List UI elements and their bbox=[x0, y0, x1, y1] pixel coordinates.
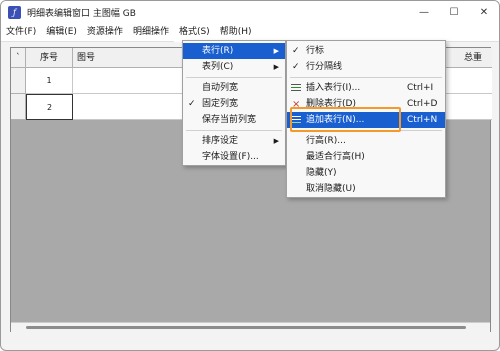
checkmark-icon: ✓ bbox=[292, 46, 300, 56]
scrollbar-thumb[interactable] bbox=[26, 326, 466, 329]
minimize-button[interactable]: — bbox=[409, 1, 439, 23]
menu-item-label: 字体设置(F)... bbox=[202, 152, 259, 162]
menu-item-label: 取消隐藏(U) bbox=[306, 184, 356, 194]
menu-item-shortcut: Ctrl+N bbox=[407, 115, 438, 125]
menu-item-label: 表列(C) bbox=[202, 62, 234, 72]
checkmark-icon: ✓ bbox=[188, 99, 196, 109]
insert-row-icon bbox=[291, 84, 301, 92]
maximize-button[interactable]: ☐ bbox=[439, 1, 469, 23]
menu-resource[interactable]: 资源操作 bbox=[82, 23, 128, 42]
menu-item-table-column[interactable]: 表列(C) ▶ bbox=[183, 59, 285, 75]
menu-item-sort-settings[interactable]: 排序设定 ▶ bbox=[183, 133, 285, 149]
table-row-index[interactable]: 1 bbox=[26, 68, 73, 94]
menu-item-label: 表行(R) bbox=[202, 46, 234, 56]
menu-item-label: 固定列宽 bbox=[202, 99, 239, 109]
menu-item-auto-width[interactable]: 自动列宽 bbox=[183, 80, 285, 96]
menu-item-label: 排序设定 bbox=[202, 136, 239, 146]
menu-item-shortcut: Ctrl+I bbox=[407, 83, 434, 93]
menu-item-best-fit-height[interactable]: 最适合行高(H) bbox=[287, 149, 445, 165]
menu-item-row-height[interactable]: 行高(R)... bbox=[287, 133, 445, 149]
submenu-arrow-icon: ▶ bbox=[273, 63, 279, 71]
format-menu: 表行(R) ▶ 表列(C) ▶ 自动列宽 ✓ 固定列宽 保存当前列宽 排序设定 … bbox=[182, 40, 286, 166]
horizontal-scrollbar[interactable] bbox=[11, 322, 490, 332]
row-header[interactable] bbox=[11, 94, 26, 120]
menu-item-save-width[interactable]: 保存当前列宽 bbox=[183, 112, 285, 128]
menu-divider bbox=[186, 130, 282, 131]
menu-item-table-row[interactable]: 表行(R) ▶ bbox=[183, 43, 285, 59]
menu-item-label: 最适合行高(H) bbox=[306, 152, 365, 162]
menu-edit[interactable]: 编辑(E) bbox=[41, 23, 82, 42]
app-window: ƒ 明细表编辑窗口 主图幅 GB — ☐ ✕ 文件(F) 编辑(E) 资源操作 … bbox=[0, 0, 500, 351]
title-bar: ƒ 明细表编辑窗口 主图幅 GB — ☐ ✕ bbox=[1, 1, 499, 23]
menu-format[interactable]: 格式(S) bbox=[173, 22, 215, 42]
annotation-highlight-box bbox=[290, 107, 401, 132]
menu-detail[interactable]: 明细操作 bbox=[128, 23, 174, 42]
checkmark-icon: ✓ bbox=[292, 62, 300, 72]
menu-item-hide[interactable]: 隐藏(Y) bbox=[287, 165, 445, 181]
menu-divider bbox=[186, 77, 282, 78]
table-corner[interactable]: ` bbox=[11, 48, 26, 68]
table-row-index[interactable]: 2 bbox=[26, 94, 73, 120]
menu-item-insert-row[interactable]: 插入表行(I)... Ctrl+I bbox=[287, 80, 445, 96]
menu-item-label: 自动列宽 bbox=[202, 83, 239, 93]
menu-item-label: 行标 bbox=[306, 46, 325, 56]
menu-item-shortcut: Ctrl+D bbox=[407, 99, 438, 109]
submenu-arrow-icon: ▶ bbox=[273, 137, 279, 145]
menu-item-label: 行分隔线 bbox=[306, 62, 343, 72]
menu-item-row-marker[interactable]: ✓ 行标 bbox=[287, 43, 445, 59]
menu-item-label: 行高(R)... bbox=[306, 136, 346, 146]
menu-item-label: 插入表行(I)... bbox=[306, 83, 361, 93]
menu-item-label: 保存当前列宽 bbox=[202, 115, 257, 125]
submenu-arrow-icon: ▶ bbox=[273, 47, 279, 55]
menu-item-font-settings[interactable]: 字体设置(F)... bbox=[183, 149, 285, 165]
app-logo-icon: ƒ bbox=[8, 5, 21, 19]
row-header[interactable] bbox=[11, 68, 26, 94]
menu-item-row-separator[interactable]: ✓ 行分隔线 bbox=[287, 59, 445, 75]
window-controls: — ☐ ✕ bbox=[409, 1, 499, 23]
menu-item-label: 隐藏(Y) bbox=[306, 168, 337, 178]
column-header-index[interactable]: 序号 bbox=[26, 48, 73, 68]
menu-divider bbox=[290, 77, 442, 78]
menu-item-fixed-width[interactable]: ✓ 固定列宽 bbox=[183, 96, 285, 112]
close-button[interactable]: ✕ bbox=[469, 1, 499, 23]
menu-item-unhide[interactable]: 取消隐藏(U) bbox=[287, 181, 445, 197]
menu-help[interactable]: 帮助(H) bbox=[215, 23, 257, 42]
menu-file[interactable]: 文件(F) bbox=[1, 23, 41, 42]
window-title: 明细表编辑窗口 主图幅 GB bbox=[27, 8, 136, 19]
